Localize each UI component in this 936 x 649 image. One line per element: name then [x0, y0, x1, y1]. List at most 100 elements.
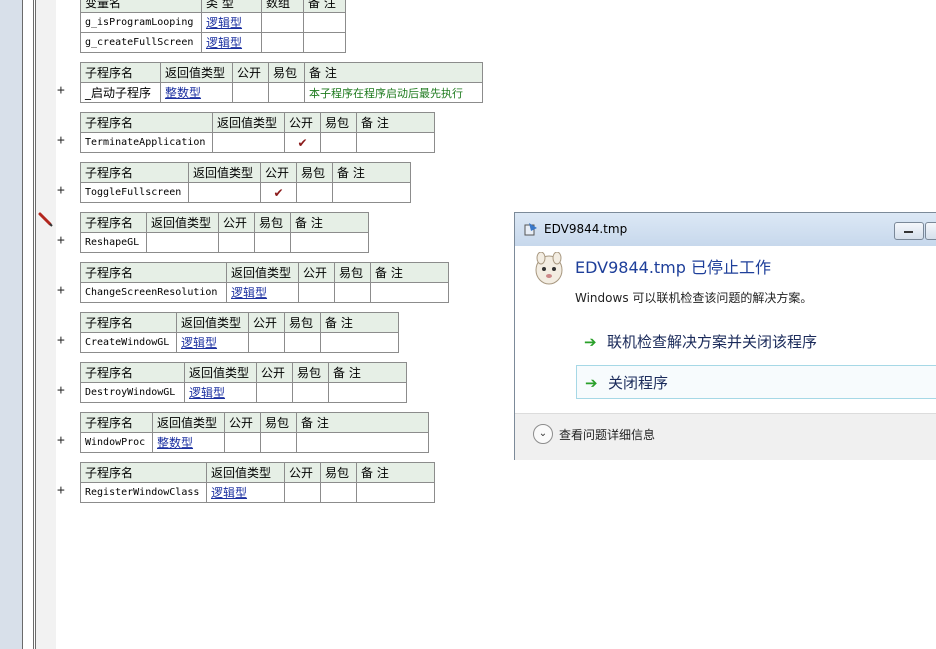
subroutine-name-cell[interactable]: ToggleFullscreen [80, 182, 189, 203]
col-header: 子程序名 [80, 412, 153, 433]
easy-package-cell[interactable] [284, 332, 321, 353]
col-header: 易包 [268, 62, 305, 83]
table-header-row: 子程序名 返回值类型 公开 易包备 注 [80, 212, 369, 233]
expand-plus-icon[interactable]: + [57, 282, 69, 300]
table-row: ReshapeGL [80, 232, 369, 253]
col-header: 备 注 [304, 62, 483, 83]
expand-plus-icon[interactable]: + [57, 332, 69, 350]
col-header: 备 注 [356, 112, 435, 133]
col-header: 备 注 [303, 0, 346, 13]
expand-plus-icon[interactable]: + [57, 132, 69, 150]
note-cell[interactable] [328, 382, 407, 403]
variable-name-cell[interactable]: g_isProgramLooping [80, 12, 202, 33]
easy-package-cell[interactable] [320, 132, 357, 153]
expand-plus-icon[interactable]: + [57, 182, 69, 200]
return-type-cell[interactable] [188, 182, 261, 203]
public-cell[interactable] [248, 332, 285, 353]
col-header: 子程序名 [80, 212, 147, 233]
variable-name-cell[interactable]: g_createFullScreen [80, 32, 202, 53]
return-type-cell[interactable]: 整数型 [152, 432, 225, 453]
table-row: g_createFullScreen 逻辑型 [80, 32, 346, 53]
col-header: 备 注 [290, 212, 369, 233]
note-cell[interactable] [303, 12, 346, 33]
subroutine-name-cell[interactable]: WindowProc [80, 432, 153, 453]
easy-package-cell[interactable] [260, 432, 297, 453]
minimize-button[interactable] [894, 222, 924, 240]
dialog-title: EDV9844.tmp [544, 222, 628, 236]
col-header: 易包 [254, 212, 291, 233]
subroutine-name-cell[interactable]: CreateWindowGL [80, 332, 177, 353]
col-header: 公开 [298, 262, 335, 283]
line-marker-panel [36, 0, 56, 649]
close-program-option[interactable]: ➔ 关闭程序 [576, 365, 936, 399]
chevron-down-icon[interactable]: ⌄ [533, 424, 553, 444]
variable-type-cell[interactable]: 逻辑型 [201, 32, 262, 53]
expand-plus-icon[interactable]: + [57, 382, 69, 400]
subroutine-name-cell[interactable]: RegisterWindowClass [80, 482, 207, 503]
subroutine-name-cell[interactable]: DestroyWindowGL [80, 382, 185, 403]
return-type-cell[interactable]: 逻辑型 [206, 482, 285, 503]
dialog-heading: EDV9844.tmp 已停止工作 [575, 258, 772, 277]
expand-plus-icon[interactable]: + [57, 232, 69, 250]
public-cell[interactable] [218, 232, 255, 253]
subroutine-name-cell[interactable]: ReshapeGL [80, 232, 147, 253]
expand-plus-icon[interactable]: + [57, 82, 69, 100]
subroutine-name-cell[interactable]: _启动子程序 [80, 82, 161, 103]
note-cell[interactable] [296, 432, 429, 453]
public-cell[interactable] [284, 482, 321, 503]
public-cell[interactable] [298, 282, 335, 303]
public-cell[interactable]: ✔ [284, 132, 321, 153]
easy-package-cell[interactable] [292, 382, 329, 403]
col-header: 备 注 [296, 412, 429, 433]
col-header: 易包 [320, 112, 357, 133]
array-cell[interactable] [261, 32, 304, 53]
col-header: 公开 [232, 62, 269, 83]
easy-package-cell[interactable] [320, 482, 357, 503]
public-cell[interactable]: ✔ [260, 182, 297, 203]
subroutine-table: 子程序名 返回值类型 公开 易包备 注 CreateWindowGL 逻辑型 [80, 312, 399, 353]
easy-package-cell[interactable] [334, 282, 371, 303]
return-type-cell[interactable]: 逻辑型 [176, 332, 249, 353]
variable-type-cell[interactable]: 逻辑型 [201, 12, 262, 33]
note-cell[interactable] [303, 32, 346, 53]
view-details-link[interactable]: 查看问题详细信息 [559, 426, 655, 443]
easy-package-cell[interactable] [268, 82, 305, 103]
col-header: 公开 [256, 362, 293, 383]
return-type-cell[interactable] [146, 232, 219, 253]
note-cell[interactable] [290, 232, 369, 253]
easy-package-cell[interactable] [296, 182, 333, 203]
note-cell[interactable] [356, 132, 435, 153]
note-cell[interactable] [370, 282, 449, 303]
note-cell[interactable] [320, 332, 399, 353]
app-icon [524, 223, 537, 236]
table-row: CreateWindowGL 逻辑型 [80, 332, 399, 353]
public-cell[interactable] [232, 82, 269, 103]
dialog-titlebar[interactable]: EDV9844.tmp [515, 213, 936, 246]
col-header: 子程序名 [80, 262, 227, 283]
note-cell[interactable]: 本子程序在程序启动后最先执行 [304, 82, 483, 103]
col-header: 子程序名 [80, 312, 177, 333]
subroutine-name-cell[interactable]: TerminateApplication [80, 132, 213, 153]
col-header: 变量名 [80, 0, 202, 13]
subroutine-name-cell[interactable]: ChangeScreenResolution [80, 282, 227, 303]
public-cell[interactable] [224, 432, 261, 453]
expand-plus-icon[interactable]: + [57, 432, 69, 450]
arrow-right-icon: ➔ [585, 374, 598, 392]
array-cell[interactable] [261, 12, 304, 33]
expand-plus-icon[interactable]: + [57, 482, 69, 500]
col-header: 易包 [320, 462, 357, 483]
col-header: 子程序名 [80, 462, 207, 483]
return-type-cell[interactable]: 整数型 [160, 82, 233, 103]
return-type-cell[interactable]: 逻辑型 [184, 382, 257, 403]
check-online-option[interactable]: ➔ 联机检查解决方案并关闭该程序 [576, 325, 936, 357]
return-type-cell[interactable] [212, 132, 285, 153]
gutter-divider [33, 0, 34, 649]
table-row: _启动子程序 整数型 本子程序在程序启动后最先执行 [80, 82, 483, 103]
maximize-button[interactable] [925, 222, 936, 240]
col-header: 子程序名 [80, 62, 161, 83]
public-cell[interactable] [256, 382, 293, 403]
easy-package-cell[interactable] [254, 232, 291, 253]
note-cell[interactable] [356, 482, 435, 503]
note-cell[interactable] [332, 182, 411, 203]
return-type-cell[interactable]: 逻辑型 [226, 282, 299, 303]
